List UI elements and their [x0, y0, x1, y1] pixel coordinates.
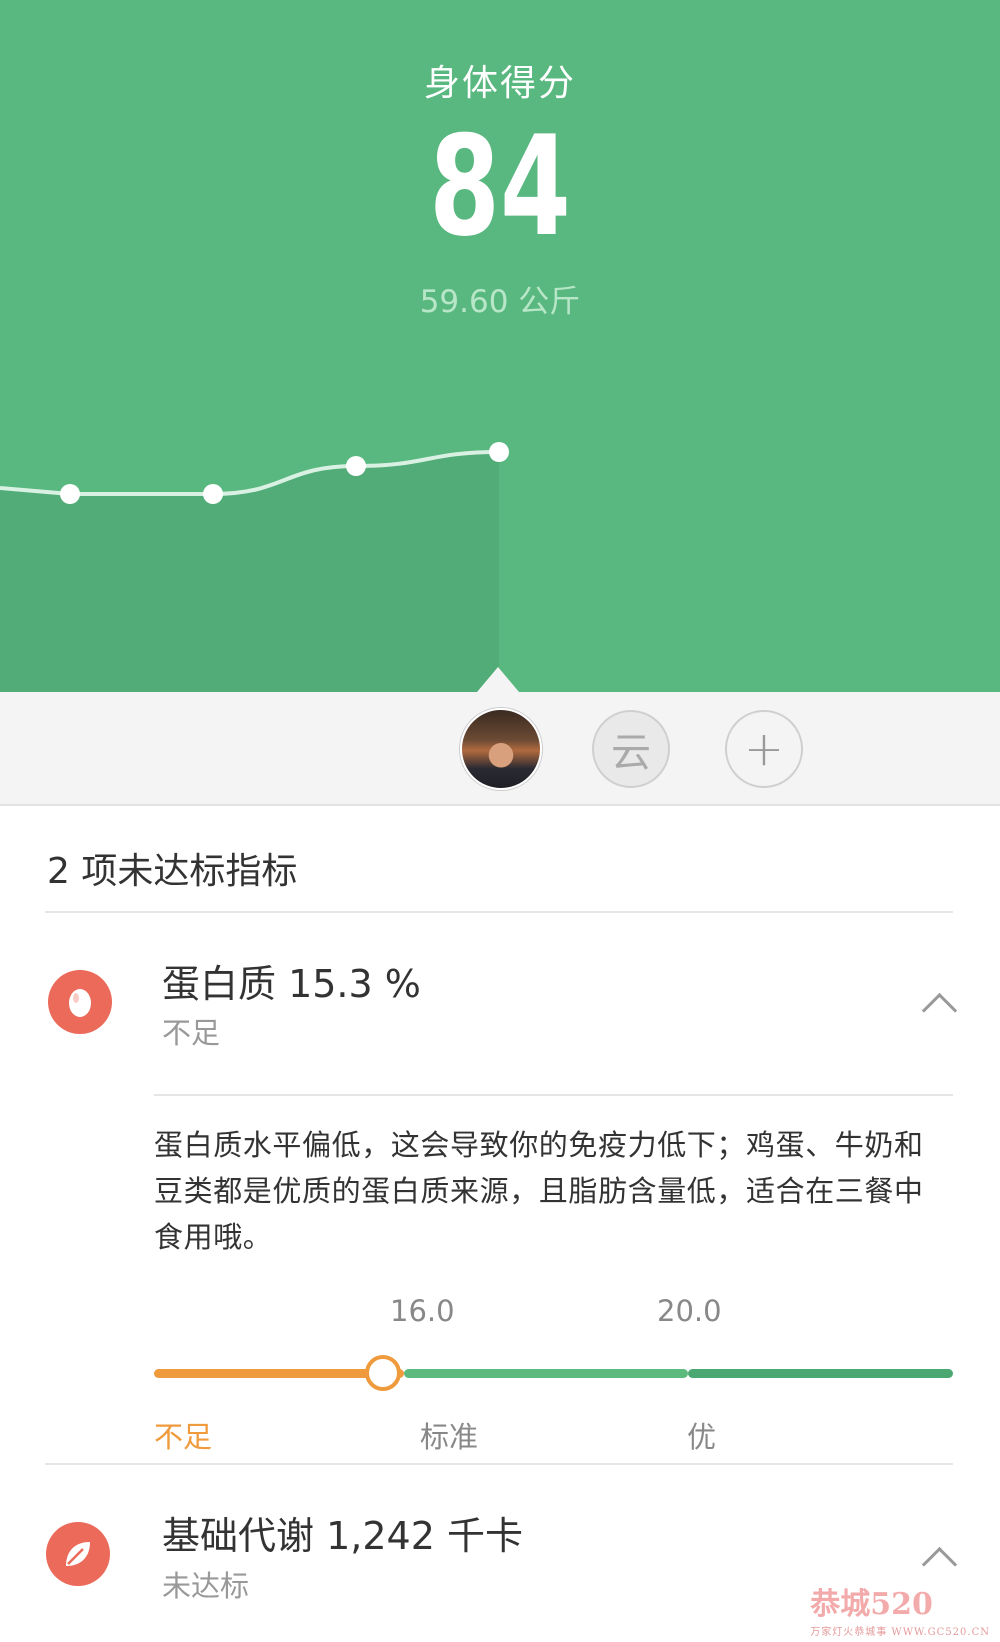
value-marker — [365, 1355, 402, 1391]
leaf-icon — [46, 1522, 110, 1586]
metric-name: 蛋白质 15.3 % — [162, 962, 421, 1006]
range-excellent-track — [688, 1369, 953, 1378]
chevron-up-icon[interactable] — [921, 1546, 958, 1583]
user-switcher: 云 + — [0, 692, 1000, 806]
score-title: 身体得分 — [423, 63, 576, 104]
protein-advice: 蛋白质水平偏低，这会导致你的免疫力低下；鸡蛋、牛奶和豆类都是优质的蛋白质来源，且… — [154, 1128, 924, 1254]
body-score: 84 — [429, 106, 571, 267]
watermark-text: 恭城520 — [810, 1587, 933, 1622]
trend-point[interactable] — [346, 456, 366, 476]
metric-status: 不足 — [162, 1016, 221, 1050]
range-standard-track — [404, 1369, 688, 1378]
divider — [45, 1463, 953, 1465]
add-user-button[interactable]: + — [725, 710, 803, 788]
body-weight: 59.60 公斤 — [419, 284, 581, 320]
range-tick: 20.0 — [657, 1294, 722, 1328]
score-header: 身体得分 84 59.60 公斤 — [0, 0, 1000, 692]
plus-icon: + — [743, 721, 785, 777]
section-title: 2 项未达标指标 — [47, 851, 298, 892]
divider — [45, 911, 953, 913]
trend-point[interactable] — [489, 442, 509, 462]
range-label-low: 不足 — [154, 1420, 213, 1454]
range-label-standard: 标准 — [420, 1420, 479, 1454]
trend-point[interactable] — [60, 484, 80, 504]
metric-name: 基础代谢 1,242 千卡 — [162, 1514, 523, 1558]
egg-icon — [48, 970, 112, 1034]
metric-status: 未达标 — [162, 1569, 250, 1603]
range-label-excellent: 优 — [687, 1420, 717, 1454]
watermark-subtext: 万家灯火恭城事 WWW.GC520.CN — [810, 1627, 990, 1638]
cloud-user-button[interactable]: 云 — [592, 710, 670, 788]
divider — [154, 1094, 953, 1096]
watermark-logo: 恭城520 万家灯火恭城事 WWW.GC520.CN — [810, 1579, 990, 1638]
user-avatar[interactable] — [460, 708, 542, 790]
range-tick: 16.0 — [390, 1294, 455, 1328]
trend-point[interactable] — [203, 484, 223, 504]
cloud-icon: 云 — [611, 730, 651, 776]
chevron-up-icon[interactable] — [921, 992, 958, 1029]
